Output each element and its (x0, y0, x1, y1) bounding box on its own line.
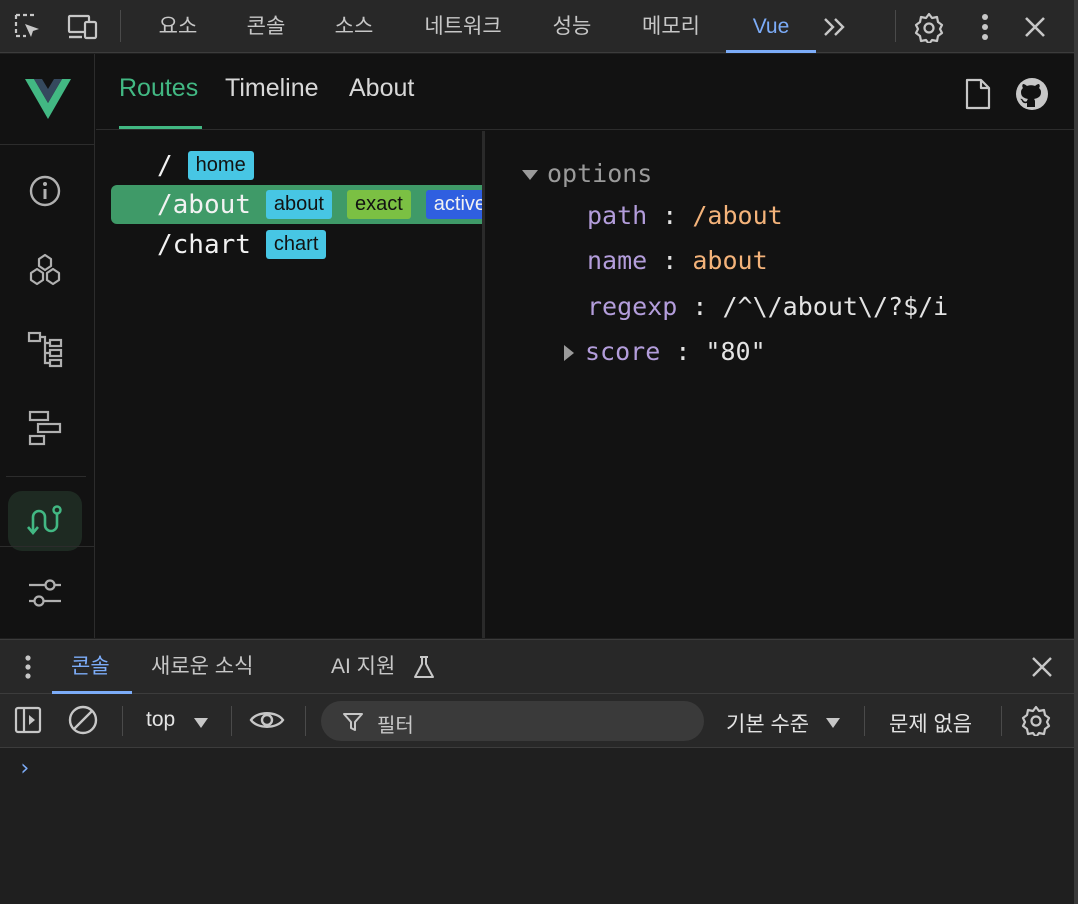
drawer-tab-ai-assistance[interactable]: AI 지원 (331, 640, 395, 694)
tab-vue[interactable]: Vue (726, 0, 816, 53)
sidebar-divider (6, 476, 86, 477)
sidebar-toggle-icon[interactable] (10, 702, 46, 738)
prop-value: "80" (705, 337, 766, 366)
info-icon[interactable] (8, 161, 82, 221)
console-settings-gear-icon[interactable] (1018, 702, 1054, 738)
route-item-home[interactable]: / home (111, 146, 482, 185)
console-prompt[interactable]: › (18, 756, 31, 781)
drawer-tab-whats-new[interactable]: 새로운 소식 (151, 640, 253, 694)
document-icon[interactable] (960, 76, 996, 112)
context-selector[interactable]: top (146, 708, 175, 732)
settings-gear-icon[interactable] (912, 10, 946, 44)
prop-value: /^\/about\/?$/i (722, 292, 949, 321)
active-tab-indicator (119, 126, 202, 129)
route-name-tag: home (187, 151, 254, 180)
route-item-chart[interactable]: /chart chart (111, 225, 482, 264)
clear-console-icon[interactable] (65, 702, 101, 738)
prop-key: score (585, 337, 661, 366)
sidebar-divider (0, 546, 95, 547)
prop-key: name (587, 246, 648, 275)
vue-logo (0, 54, 95, 145)
tab-sources[interactable]: 소스 (328, 0, 380, 53)
routes-icon[interactable] (8, 491, 82, 551)
drawer-tab-console[interactable]: 콘솔 (71, 640, 110, 694)
drawer-menu-kebab-icon[interactable] (24, 654, 32, 685)
vue-sidebar (0, 54, 95, 638)
expand-caret-icon[interactable] (522, 170, 538, 180)
close-devtools-icon[interactable] (1018, 10, 1052, 44)
prop-value: /about (692, 201, 783, 230)
flask-icon (412, 655, 436, 684)
issues-counter[interactable]: 문제 없음 (889, 708, 972, 738)
tab-routes[interactable]: Routes (119, 74, 198, 103)
prop-value: about (692, 246, 768, 275)
expand-caret-icon[interactable] (564, 345, 574, 361)
device-toolbar-icon[interactable] (66, 10, 100, 44)
more-tabs-chevron-icon[interactable] (818, 10, 852, 44)
console-toolbar: top 필터 기본 수준 문제 없음 (0, 694, 1078, 748)
live-expression-eye-icon[interactable] (249, 702, 285, 738)
options-section[interactable]: options (522, 159, 652, 188)
toolbar-divider (864, 706, 865, 736)
drawer-tabs: 콘솔 새로운 소식 AI 지원 (0, 640, 1078, 694)
github-icon[interactable] (1014, 76, 1050, 112)
window-edge (1074, 0, 1078, 904)
console-drawer: 콘솔 새로운 소식 AI 지원 top 필터 기본 수준 문제 없음 › (0, 639, 1078, 904)
filter-placeholder: 필터 (377, 715, 414, 737)
route-exact-tag: exact (346, 190, 411, 219)
tab-about[interactable]: About (349, 74, 414, 103)
route-path: /about (157, 189, 251, 220)
settings-sliders-icon[interactable] (8, 563, 82, 623)
route-details: options path : /about name : about regex… (488, 131, 1078, 638)
dropdown-triangle-icon[interactable] (193, 716, 209, 734)
log-level-selector[interactable]: 기본 수준 (726, 708, 809, 738)
toolbar-divider (231, 706, 232, 736)
devtools-toolbar: 요소 콘솔 소스 네트워크 성능 메모리 Vue (0, 0, 1078, 53)
prop-name: name : about (587, 246, 768, 275)
toolbar-divider (895, 10, 896, 42)
prop-score[interactable]: score : "80" (564, 337, 766, 366)
routes-list: / home /about about exact active /chart … (96, 131, 485, 638)
section-title: options (547, 159, 653, 188)
tab-timeline[interactable]: Timeline (225, 74, 319, 103)
route-path: / (157, 150, 173, 181)
prop-path: path : /about (587, 201, 783, 230)
components-icon[interactable] (8, 240, 82, 300)
tab-elements[interactable]: 요소 (152, 0, 204, 53)
dropdown-triangle-icon[interactable] (825, 716, 841, 734)
vue-devtools-panel: Routes Timeline About / home /about abou… (0, 54, 1078, 638)
more-options-kebab-icon[interactable] (968, 10, 1002, 44)
vue-router-header: Routes Timeline About (96, 54, 1078, 130)
route-name-tag: chart (265, 230, 327, 259)
filter-input[interactable]: 필터 (321, 701, 704, 741)
close-drawer-icon[interactable] (1031, 656, 1053, 683)
tab-performance[interactable]: 성능 (546, 0, 598, 53)
toolbar-divider (305, 706, 306, 736)
prop-key: path (587, 201, 648, 230)
context-label: top (146, 708, 176, 731)
tab-memory[interactable]: 메모리 (636, 0, 706, 53)
prop-key: regexp (587, 292, 678, 321)
route-path: /chart (157, 229, 251, 260)
timeline-bars-icon[interactable] (8, 397, 82, 457)
route-item-about[interactable]: /about about exact active (111, 185, 482, 224)
route-name-tag: about (265, 190, 332, 219)
log-level-label: 기본 수준 (726, 713, 810, 736)
inspect-element-icon[interactable] (11, 10, 45, 44)
filter-funnel-icon (342, 711, 364, 738)
toolbar-divider (120, 10, 121, 42)
tab-console[interactable]: 콘솔 (240, 0, 292, 53)
issues-label: 문제 없음 (889, 713, 973, 736)
prop-regexp: regexp : /^\/about\/?$/i (587, 292, 949, 321)
tab-network[interactable]: 네트워크 (418, 0, 508, 53)
component-tree-icon[interactable] (8, 318, 82, 378)
route-active-tag: active (425, 190, 482, 219)
toolbar-divider (1001, 706, 1002, 736)
toolbar-divider (122, 706, 123, 736)
